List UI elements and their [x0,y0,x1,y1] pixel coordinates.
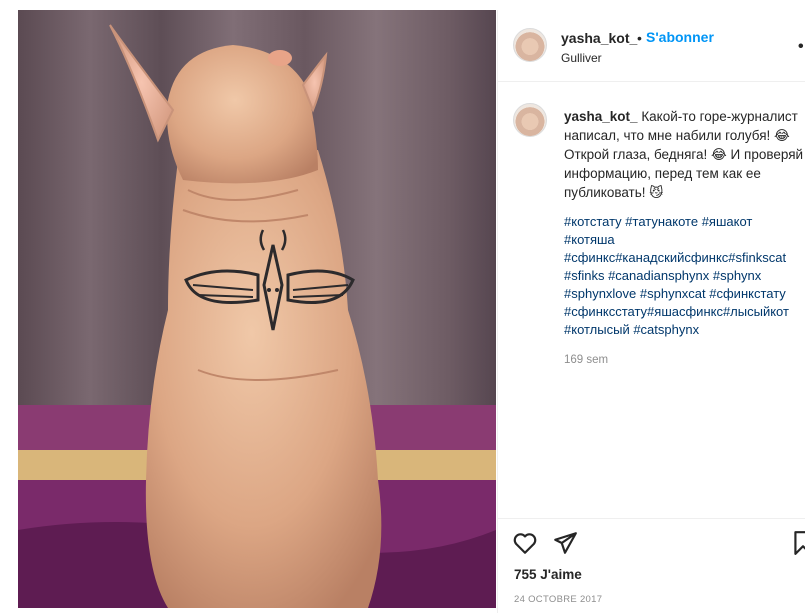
heart-icon[interactable] [512,530,538,556]
post-photo[interactable] [18,10,496,608]
caption-username[interactable]: yasha_kot_ [564,109,638,124]
send-icon[interactable] [552,530,578,556]
separator-dot: • [637,30,642,46]
caption-avatar[interactable] [513,103,547,137]
post-side-panel: yasha_kot_ • S'abonner Gulliver • yasha_… [497,10,805,613]
post-actions: 755 J'aime 24 OCTOBRE 2017 [498,518,805,613]
hashtag-line[interactable]: #сфинкс#канадскийсфинкс#sfinkscat [564,249,804,267]
avatar[interactable] [513,28,547,62]
post-header: yasha_kot_ • S'abonner Gulliver • [498,10,805,82]
follow-button[interactable]: S'abonner [646,29,714,45]
hashtag-line[interactable]: #sphynxlove #sphynxcat #сфинкстату [564,285,804,303]
likes-count[interactable]: 755 J'aime [514,567,582,582]
hashtag-line[interactable]: #котлысый #catsphynx [564,321,804,339]
post-date: 24 OCTOBRE 2017 [514,594,603,605]
header-username[interactable]: yasha_kot_ [561,30,637,46]
hashtag-line[interactable]: #котстату #татунакоте #яшакот [564,213,804,231]
caption-section: yasha_kot_ Какой-то горе-журналист напис… [498,83,805,518]
hashtag-line[interactable]: #котяша [564,231,804,249]
page-backdrop-top [0,0,805,10]
bookmark-icon[interactable] [790,530,805,556]
caption: yasha_kot_ Какой-то горе-журналист напис… [564,107,804,202]
more-options-icon[interactable]: • [798,38,804,56]
hashtag-line[interactable]: #сфинксстату#яшасфинкс#лысыйкот [564,303,804,321]
page-backdrop [0,0,18,613]
hashtag-list: #котстату #татунакоте #яшакот #котяша #с… [564,213,804,339]
location-link[interactable]: Gulliver [561,51,602,65]
caption-time: 169 sem [564,354,609,366]
hashtag-line[interactable]: #sfinks #canadiansphynx #sphynx [564,267,804,285]
